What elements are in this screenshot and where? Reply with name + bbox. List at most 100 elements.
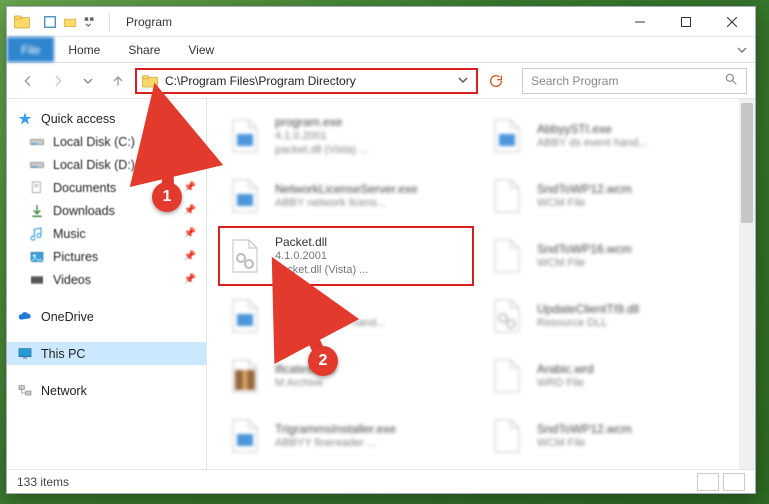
forward-button[interactable] — [45, 68, 71, 94]
file-icon — [487, 236, 527, 276]
file-name: SndToWP12.wcm — [537, 422, 632, 437]
qat-new-folder-icon[interactable] — [61, 13, 79, 31]
file-item[interactable]: SndToWP12.wcm WCM File — [481, 407, 735, 465]
sidebar-quick-access[interactable]: Quick access — [7, 107, 206, 130]
file-text: ificates.cab M Archive — [275, 362, 335, 391]
recent-locations-icon[interactable] — [75, 68, 101, 94]
body: Quick access Local Disk (C:) 📌 Local Dis… — [7, 99, 755, 469]
pin-icon: 📌 — [184, 228, 196, 239]
sidebar-item-label: Music — [53, 227, 86, 241]
file-text: SndToWP12.wcm WCM File — [537, 182, 632, 211]
tab-home[interactable]: Home — [54, 37, 114, 62]
file-name: ificates.cab — [275, 362, 335, 377]
sidebar-item-label: Local Disk (D:) — [53, 158, 135, 172]
file-icon — [225, 356, 265, 396]
item-count: 133 items — [17, 475, 69, 489]
sidebar-item-label: Network — [41, 384, 87, 398]
file-meta: 4.1.0.2001 — [275, 130, 368, 144]
pin-icon: 📌 — [184, 182, 196, 193]
address-dropdown-icon[interactable] — [454, 72, 472, 90]
minimize-button[interactable] — [617, 7, 663, 37]
file-item[interactable]: Packet.dll 4.1.0.2001 packet.dll (Vista)… — [219, 227, 473, 285]
file-name: Packet.dll — [275, 235, 368, 250]
view-details-button[interactable] — [697, 473, 719, 491]
file-text: NetworkLicenseServer.exe ABBY network li… — [275, 182, 418, 211]
file-text: TrigrammsInstaller.exe ABBYY finereader … — [275, 422, 396, 451]
file-meta2: packet.dll (Vista) ... — [275, 144, 368, 158]
file-meta: M Archive — [275, 377, 335, 391]
sidebar-network[interactable]: Network — [7, 379, 206, 402]
file-item[interactable]: program.exe 4.1.0.2001 packet.dll (Vista… — [219, 107, 473, 165]
file-meta: 4.1.0.2001 — [275, 250, 368, 264]
sidebar-item-local-c[interactable]: Local Disk (C:) 📌 — [7, 130, 206, 153]
titlebar: Program — [7, 7, 755, 37]
file-item[interactable]: Arabic.wrd WRD File — [481, 347, 735, 405]
star-icon — [17, 111, 33, 127]
scrollbar[interactable] — [739, 99, 755, 469]
file-icon — [225, 236, 265, 276]
view-large-button[interactable] — [723, 473, 745, 491]
file-item[interactable]: UpdateClientTI9.dll Resource DLL — [481, 287, 735, 345]
file-meta2: packet.dll (Vista) ... — [275, 264, 368, 278]
music-icon — [29, 226, 45, 242]
file-item[interactable]: NetworkLicenseServer.exe ABBY network li… — [219, 167, 473, 225]
back-button[interactable] — [15, 68, 41, 94]
file-tab[interactable]: File — [7, 37, 54, 62]
search-box[interactable]: Search Program — [522, 68, 747, 94]
file-icon — [225, 116, 265, 156]
quick-access-toolbar — [37, 13, 99, 31]
file-item[interactable]: TrigrammsInstaller.exe ABBYY finereader … — [219, 407, 473, 465]
file-icon — [487, 356, 527, 396]
file-name: UpdateClientTI9.dll — [537, 302, 639, 317]
up-button[interactable] — [105, 68, 131, 94]
ribbon: File Home Share View — [7, 37, 755, 63]
pin-icon: 📌 — [184, 159, 196, 170]
file-meta: ABBY ds event hand... — [275, 317, 385, 331]
refresh-button[interactable] — [484, 69, 508, 93]
sidebar-item-downloads[interactable]: Downloads 📌 — [7, 199, 206, 222]
address-bar[interactable]: C:\Program Files\Program Directory — [135, 68, 478, 94]
tab-view[interactable]: View — [174, 37, 228, 62]
sidebar-item-pictures[interactable]: Pictures 📌 — [7, 245, 206, 268]
qat-properties-icon[interactable] — [41, 13, 59, 31]
separator — [109, 13, 110, 31]
sidebar-this-pc[interactable]: This PC — [7, 342, 206, 365]
file-item[interactable]: bbyySTI.exe ABBY ds event hand... — [219, 287, 473, 345]
file-item[interactable]: AbbyySTI.exe ABBY ds event hand... — [481, 107, 735, 165]
window-title: Program — [126, 15, 172, 29]
sidebar-item-label: This PC — [41, 347, 85, 361]
scrollbar-thumb[interactable] — [741, 103, 753, 223]
nav-row: C:\Program Files\Program Directory Searc… — [7, 63, 755, 99]
maximize-button[interactable] — [663, 7, 709, 37]
sidebar-item-music[interactable]: Music 📌 — [7, 222, 206, 245]
onedrive-icon — [17, 309, 33, 325]
file-icon — [487, 416, 527, 456]
sidebar-onedrive[interactable]: OneDrive — [7, 305, 206, 328]
pin-icon: 📌 — [184, 274, 196, 285]
qat-customize-icon[interactable] — [81, 13, 99, 31]
tab-share[interactable]: Share — [114, 37, 174, 62]
pin-icon: 📌 — [184, 136, 196, 147]
file-meta: ABBY ds event hand... — [537, 137, 647, 151]
sidebar-item-label: Documents — [53, 181, 116, 195]
sidebar-item-local-d[interactable]: Local Disk (D:) 📌 — [7, 153, 206, 176]
file-item[interactable]: ificates.cab M Archive — [219, 347, 473, 405]
file-name: bbyySTI.exe — [275, 302, 385, 317]
file-meta: ABBYY finereader ... — [275, 437, 396, 451]
file-item[interactable]: SndToWP12.wcm WCM File — [481, 167, 735, 225]
file-icon — [225, 416, 265, 456]
sidebar-item-label: Videos — [53, 273, 91, 287]
sidebar-item-videos[interactable]: Videos 📌 — [7, 268, 206, 291]
file-item[interactable]: SndToWP16.wcm WCM File — [481, 227, 735, 285]
search-icon — [724, 72, 738, 89]
sidebar-item-documents[interactable]: Documents 📌 — [7, 176, 206, 199]
pin-icon: 📌 — [184, 251, 196, 262]
folder-app-icon — [13, 13, 31, 31]
file-icon — [225, 296, 265, 336]
file-name: AbbyySTI.exe — [537, 122, 647, 137]
sidebar-item-label: Local Disk (C:) — [53, 135, 135, 149]
close-button[interactable] — [709, 7, 755, 37]
ribbon-collapse-icon[interactable] — [729, 37, 755, 62]
navigation-pane: Quick access Local Disk (C:) 📌 Local Dis… — [7, 99, 207, 469]
file-text: SndToWP12.wcm WCM File — [537, 422, 632, 451]
